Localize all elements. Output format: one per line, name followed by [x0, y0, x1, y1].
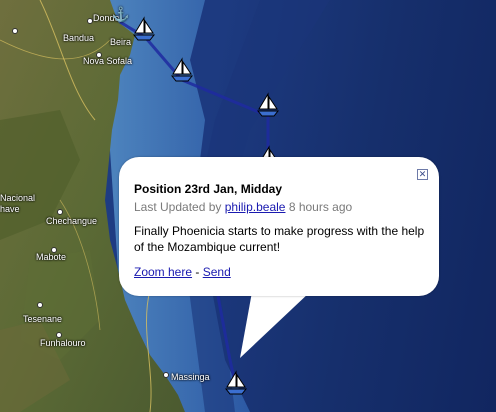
info-popup: ✕ Position 23rd Jan, Midday Last Updated… [119, 157, 439, 296]
popup-updated-line: Last Updated by philip.beale 8 hours ago [134, 200, 352, 214]
author-link[interactable]: philip.beale [225, 200, 286, 214]
popup-title: Position 23rd Jan, Midday [134, 182, 283, 196]
close-icon[interactable]: ✕ [417, 169, 428, 180]
updated-prefix: Last Updated by [134, 200, 222, 214]
zoom-here-link[interactable]: Zoom here [134, 265, 192, 279]
send-link[interactable]: Send [203, 265, 231, 279]
popup-links: Zoom here - Send [134, 265, 231, 279]
map-view[interactable]: Dondo Bandua Beira Nova Sofala Nacional … [0, 0, 496, 412]
updated-time: 8 hours ago [288, 200, 353, 214]
popup-description: Finally Phoenicia starts to make progres… [134, 224, 425, 254]
link-separator: - [195, 265, 200, 279]
